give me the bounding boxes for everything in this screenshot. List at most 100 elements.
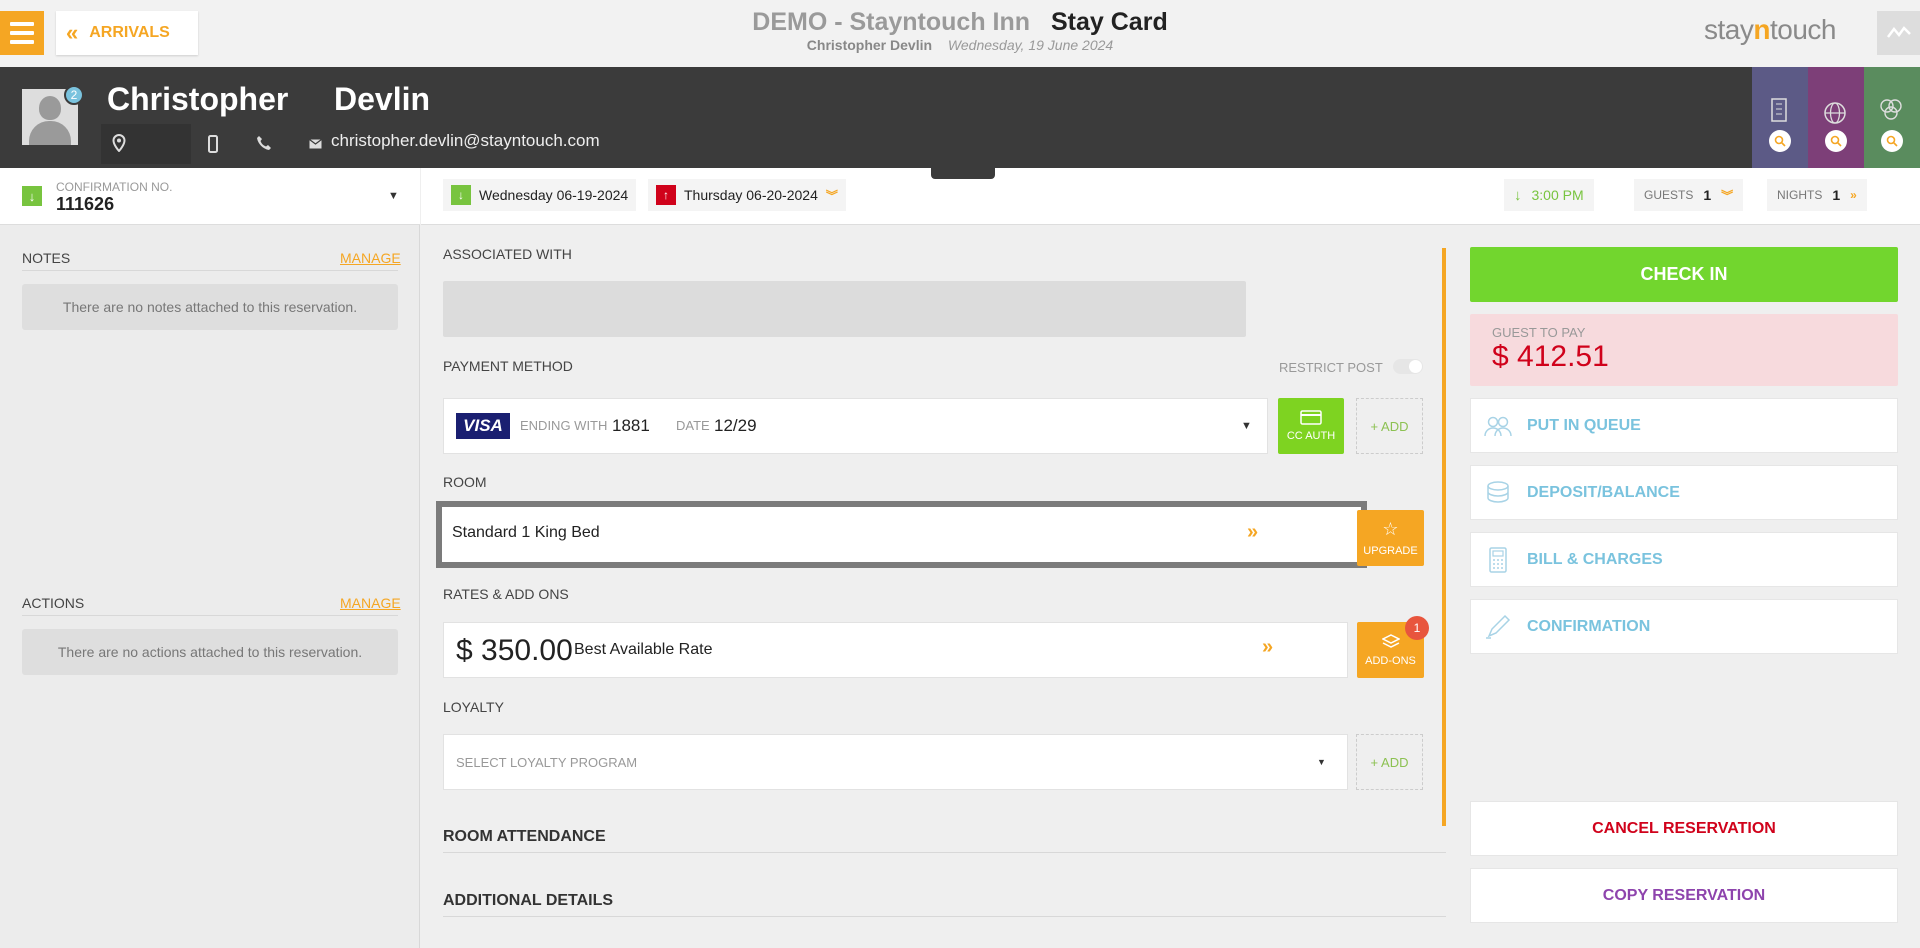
activity-icon	[1886, 26, 1911, 38]
room-attendance-header[interactable]: ROOM ATTENDANCE	[443, 828, 606, 846]
room-type: Standard 1 King Bed	[452, 524, 600, 541]
guests-chip[interactable]: GUESTS 1 ︾	[1634, 179, 1744, 211]
put-in-queue-button[interactable]: PUT IN QUEUE	[1470, 398, 1898, 453]
notes-manage-link[interactable]: MANAGE	[340, 250, 401, 266]
copy-reservation-button[interactable]: COPY RESERVATION	[1470, 868, 1898, 923]
confirmation-number: 111626	[56, 194, 115, 214]
guest-header: 2 Christopher Devlin christopher.devlin@…	[0, 67, 1920, 168]
guest-first-name[interactable]: Christopher	[107, 81, 288, 118]
mobile-phone-icon[interactable]	[208, 135, 218, 153]
guest-last-name[interactable]: Devlin	[334, 81, 430, 118]
hotel-name: DEMO - Stayntouch Inn	[752, 8, 1031, 36]
activity-graph-button[interactable]	[1877, 11, 1920, 55]
actions-manage-link[interactable]: MANAGE	[340, 595, 401, 611]
company-card-tile[interactable]	[1752, 67, 1808, 168]
people-icon	[1484, 416, 1512, 437]
bill-charges-button[interactable]: BILL & CHARGES	[1470, 532, 1898, 587]
layers-icon	[1381, 633, 1400, 648]
arrow-down-icon: ↓	[1514, 186, 1522, 204]
arrival-date-chip[interactable]: ↓ Wednesday 06-19-2024	[443, 179, 637, 211]
divider	[22, 615, 398, 616]
guests-count: 1	[1703, 187, 1712, 203]
departure-date-chip[interactable]: ↑ Thursday 06-20-2024 ︾	[648, 179, 846, 211]
add-payment-button[interactable]: + ADD	[1356, 398, 1423, 454]
nights-chip[interactable]: NIGHTS 1 »	[1767, 179, 1867, 211]
arrow-down-icon: ↓	[22, 186, 42, 206]
chevron-right-icon: »	[1850, 188, 1857, 202]
additional-details-header[interactable]: ADDITIONAL DETAILS	[443, 892, 613, 910]
phone-icon[interactable]	[256, 135, 272, 151]
restrict-post-toggle[interactable]	[1393, 359, 1423, 374]
double-chevron-right-icon: »	[1247, 521, 1258, 543]
add-ons-count-badge: 1	[1405, 616, 1429, 640]
divider	[22, 270, 398, 271]
stayntouch-logo: stayntouch	[1704, 14, 1836, 45]
pen-icon	[1486, 614, 1511, 639]
guest-to-pay-amount: $ 412.51	[1492, 340, 1609, 373]
avatar-count-badge: 2	[64, 85, 84, 105]
chevron-down-icon: ︾	[825, 188, 838, 203]
divider	[443, 852, 1446, 853]
double-chevron-right-icon: »	[1262, 636, 1273, 658]
loyalty-placeholder: SELECT LOYALTY PROGRAM	[456, 755, 638, 770]
rate-amount: $ 350.00	[456, 634, 573, 667]
room-label: ROOM	[443, 474, 487, 490]
guest-email[interactable]: christopher.devlin@stayntouch.com	[331, 131, 600, 151]
rates-label: RATES & ADD ONS	[443, 586, 569, 602]
loyalty-label: LOYALTY	[443, 699, 504, 715]
room-type-selector[interactable]: Standard 1 King Bed »	[436, 501, 1367, 568]
guests-label: GUESTS	[1644, 188, 1694, 202]
cancel-reservation-button[interactable]: CANCEL RESERVATION	[1470, 801, 1898, 856]
loyalty-program-select[interactable]: SELECT LOYALTY PROGRAM ▼	[443, 734, 1348, 790]
notes-empty-message: There are no notes attached to this rese…	[22, 284, 398, 330]
page-title: Stay Card	[1051, 8, 1168, 36]
credit-card-icon	[1300, 410, 1322, 425]
associated-with-field[interactable]	[443, 281, 1246, 337]
card-expiry: 12/29	[714, 416, 757, 435]
subtitle-guest-name: Christopher Devlin	[806, 37, 933, 53]
business-date: Wednesday, 19 June 2024	[947, 37, 1114, 53]
card-ending: 1881	[612, 416, 650, 435]
deposit-balance-button[interactable]: DEPOSIT/BALANCE	[1470, 465, 1898, 520]
confirmation-selector[interactable]: ↓ CONFIRMATION NO. 111626 ▼	[0, 168, 420, 225]
top-bar: « ARRIVALS DEMO - Stayntouch Inn Stay Ca…	[0, 0, 1920, 67]
location-pin-icon	[112, 134, 126, 152]
mail-icon	[309, 139, 322, 149]
add-loyalty-button[interactable]: + ADD	[1356, 734, 1423, 790]
cc-auth-button[interactable]: CC AUTH	[1278, 398, 1344, 454]
address-field[interactable]	[101, 124, 191, 164]
rate-name: Best Available Rate	[574, 641, 713, 658]
nights-label: NIGHTS	[1777, 188, 1823, 202]
payment-method-select[interactable]: VISA ENDING WITH 1881 DATE 12/29 ▼	[443, 398, 1268, 454]
divider	[443, 916, 1446, 917]
actions-heading: ACTIONS	[22, 595, 85, 611]
search-icon	[1769, 130, 1791, 152]
travel-agent-tile[interactable]	[1808, 67, 1864, 168]
scroll-indicator	[1442, 248, 1446, 826]
building-icon	[1771, 98, 1787, 122]
restrict-post-label: RESTRICT POST	[1279, 360, 1383, 375]
rate-selector[interactable]: $ 350.00 Best Available Rate »	[443, 622, 1348, 678]
group-circles-icon	[1880, 99, 1902, 120]
search-icon	[1825, 130, 1847, 152]
ending-label: ENDING WITH	[520, 418, 608, 433]
side-panel-tiles	[1752, 67, 1920, 168]
group-tile[interactable]	[1864, 67, 1920, 168]
actions-empty-message: There are no actions attached to this re…	[22, 629, 398, 675]
calculator-icon	[1489, 547, 1507, 573]
arrival-time-chip[interactable]: ↓ 3:00 PM	[1504, 179, 1594, 211]
guest-to-pay-label: GUEST TO PAY	[1492, 325, 1586, 340]
guest-to-pay-panel: GUEST TO PAY $ 412.51	[1470, 314, 1898, 386]
upgrade-button[interactable]: ☆ UPGRADE	[1357, 510, 1424, 566]
arrival-date: Wednesday 06-19-2024	[479, 187, 629, 203]
drawer-handle[interactable]	[931, 163, 995, 179]
left-panel: ↓ CONFIRMATION NO. 111626 ▼ NOTES MANAGE…	[0, 168, 420, 948]
arrival-time: 3:00 PM	[1531, 187, 1584, 203]
payment-label: PAYMENT METHOD	[443, 358, 573, 374]
check-in-button[interactable]: CHECK IN	[1470, 247, 1898, 302]
confirmation-button[interactable]: CONFIRMATION	[1470, 599, 1898, 654]
caret-down-icon: ▼	[1317, 757, 1326, 767]
coins-stack-icon	[1487, 481, 1509, 503]
page-title-block: DEMO - Stayntouch Inn Stay Card Christop…	[0, 8, 1920, 53]
associated-label: ASSOCIATED WITH	[443, 246, 572, 262]
